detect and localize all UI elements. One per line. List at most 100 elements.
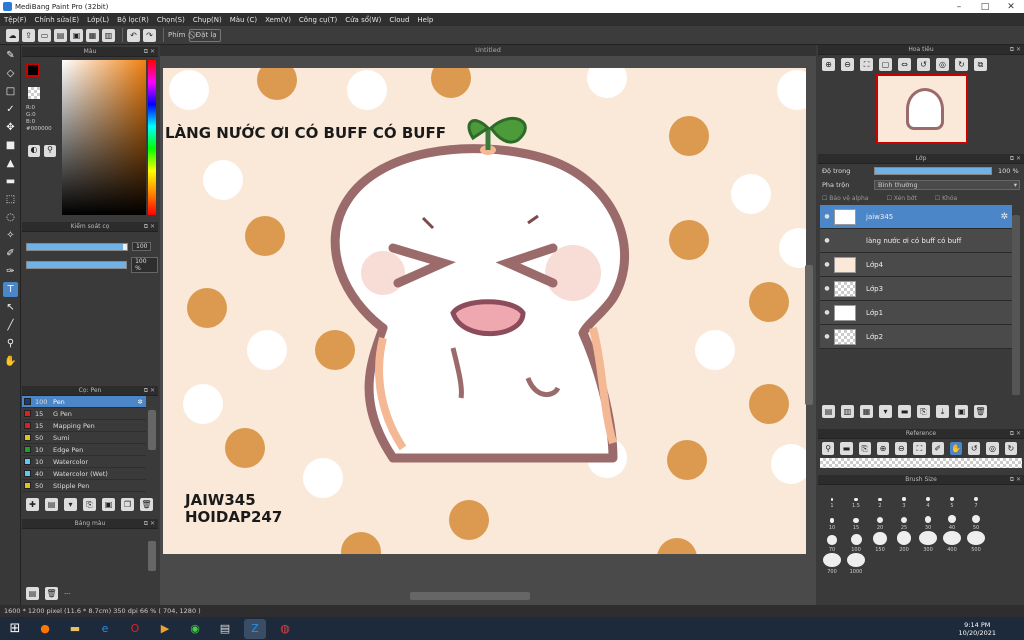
primary-color-swatch[interactable]: [26, 63, 40, 77]
trash-icon[interactable]: 🗑: [140, 498, 153, 511]
canvas-horizontal-scrollbar[interactable]: [410, 592, 530, 600]
menu-help[interactable]: Help: [417, 16, 433, 24]
brush-size-option[interactable]: 25: [892, 509, 916, 531]
brush-item[interactable]: 100 Pen ✲: [22, 396, 146, 408]
brush-size-option[interactable]: 700: [820, 553, 844, 575]
lock-checkbox[interactable]: ☐ Khóa: [935, 195, 957, 202]
minimize-button[interactable]: –: [946, 2, 972, 12]
add-brush-file-icon[interactable]: ▤: [45, 498, 58, 511]
palette-scrollbar[interactable]: [148, 541, 156, 571]
canvas-vertical-scrollbar[interactable]: [805, 265, 813, 405]
zoom-in-icon[interactable]: ⊕: [822, 58, 835, 71]
dot-tool-icon[interactable]: □: [3, 84, 18, 99]
select-tool-icon[interactable]: ⬚: [3, 192, 18, 207]
gradient-tool-icon[interactable]: ▬: [3, 174, 18, 189]
select-eraser-icon[interactable]: ✑: [3, 264, 18, 279]
layer-settings-icon[interactable]: ▣: [955, 405, 968, 418]
undo-icon[interactable]: ↶: [127, 28, 140, 42]
menu-window[interactable]: Cửa sổ(W): [345, 16, 381, 24]
visibility-icon[interactable]: ●: [820, 309, 834, 316]
menu-edit[interactable]: Chỉnh sửa(E): [35, 16, 80, 24]
duplicate-layer-icon[interactable]: ⎘: [917, 405, 930, 418]
drawing-canvas[interactable]: LÀNG NƯỚC ƠI CÓ BUFF CÓ BUFF JAIW345 HOI…: [163, 68, 806, 554]
chrome-icon[interactable]: ◍: [274, 619, 296, 639]
cloud-icon[interactable]: ☁: [6, 28, 19, 42]
brush-item[interactable]: 10 Edge Pen: [22, 444, 146, 456]
brush-size-option[interactable]: 40: [940, 509, 964, 531]
move-tool-icon[interactable]: ✥: [3, 120, 18, 135]
rotate-left-icon[interactable]: ↺: [917, 58, 930, 71]
brush-size-option[interactable]: 3: [892, 487, 916, 509]
medibang-taskbar-icon[interactable]: ◉: [184, 619, 206, 639]
brush-item[interactable]: 40 Watercolor (Wet): [22, 468, 146, 480]
layer-row[interactable]: ● Lớp2: [820, 325, 1012, 349]
brush-item[interactable]: 15 G Pen: [22, 408, 146, 420]
panel-close-icon[interactable]: ⧉ ✕: [1010, 155, 1021, 163]
saturation-value-picker[interactable]: [62, 60, 146, 215]
reset-rotation-icon[interactable]: ◎: [936, 58, 949, 71]
grid-icon[interactable]: ▥: [102, 28, 115, 42]
brush-settings-icon[interactable]: ▣: [102, 498, 115, 511]
visibility-icon[interactable]: ●: [820, 285, 834, 292]
pin-icon[interactable]: ⚲: [822, 442, 835, 455]
new-8bit-layer-icon[interactable]: ▦: [860, 405, 873, 418]
visibility-icon[interactable]: ●: [820, 237, 834, 244]
panel-close-icon[interactable]: ⧉ ✕: [1010, 46, 1021, 54]
text-tool-icon[interactable]: T: [3, 282, 18, 297]
panel-close-icon[interactable]: ⧉ ✕: [144, 520, 155, 528]
merge-layer-icon[interactable]: ⤓: [936, 405, 949, 418]
brush-duplicate-icon[interactable]: ❐: [121, 498, 134, 511]
layer-row[interactable]: ● Lớp4: [820, 253, 1012, 277]
brush-size-slider[interactable]: [26, 242, 128, 251]
brush-size-option[interactable]: 1000: [844, 553, 868, 575]
panel-close-icon[interactable]: ⧉ ✕: [144, 387, 155, 395]
visibility-icon[interactable]: ●: [820, 333, 834, 340]
brush-size-option[interactable]: 150: [868, 531, 892, 553]
eyedropper-color-icon[interactable]: ⚲: [44, 145, 56, 157]
bucket-tool-icon[interactable]: ▲: [3, 156, 18, 171]
brush-size-option[interactable]: 20: [868, 509, 892, 531]
brush-item[interactable]: 50 Stipple Pen: [22, 480, 146, 492]
transparent-color-swatch[interactable]: [28, 87, 40, 99]
printer-icon[interactable]: ▤: [214, 619, 236, 639]
brush-size-option[interactable]: 15: [844, 509, 868, 531]
reference-view[interactable]: [820, 458, 1022, 468]
menu-layer[interactable]: Lớp(L): [87, 16, 109, 24]
flip-icon[interactable]: ⇔: [898, 58, 911, 71]
copy-icon[interactable]: ⎘: [858, 442, 871, 455]
opera-icon[interactable]: O: [124, 619, 146, 639]
brush-size-option[interactable]: 100: [844, 531, 868, 553]
brush-size-value[interactable]: 100: [132, 242, 152, 251]
menu-filter[interactable]: Bộ lọc(R): [117, 16, 149, 24]
layer-row[interactable]: ● Lớp1: [820, 301, 1012, 325]
brush-size-option[interactable]: 70: [820, 531, 844, 553]
divide-tool-icon[interactable]: ╱: [3, 318, 18, 333]
brush-tool-icon[interactable]: ✎: [3, 48, 18, 63]
folder-icon[interactable]: ▬: [898, 405, 911, 418]
system-clock[interactable]: 9:14 PM 10/20/2021: [959, 621, 996, 637]
fill-tool-icon[interactable]: ■: [3, 138, 18, 153]
brush-opacity-slider[interactable]: [26, 261, 128, 269]
zoom-in-icon[interactable]: ⊕: [876, 442, 890, 455]
save-icon[interactable]: ▣: [70, 28, 83, 42]
trash-icon[interactable]: 🗑: [45, 587, 58, 600]
navigator-preview[interactable]: [876, 74, 968, 144]
brush-size-option[interactable]: 7: [964, 487, 988, 509]
windows-start-icon[interactable]: ⊞: [4, 619, 26, 639]
eyedropper-icon[interactable]: ✐: [931, 442, 944, 455]
deselect-button[interactable]: ⃠ Đặt lạ: [189, 28, 221, 42]
brush-size-option[interactable]: 30: [916, 509, 940, 531]
brush-size-option[interactable]: 5: [940, 487, 964, 509]
layer-list-scrollbar[interactable]: [1012, 215, 1020, 395]
visibility-icon[interactable]: ●: [820, 261, 834, 268]
select-pen-icon[interactable]: ✐: [3, 246, 18, 261]
hand-tool-icon[interactable]: ✋: [3, 354, 18, 369]
layer-row[interactable]: ● làng nước ơi có buff có buff: [820, 229, 1012, 253]
blend-mode-select[interactable]: Bình thường ▾: [874, 180, 1020, 190]
brush-size-option[interactable]: 500: [964, 531, 988, 553]
canvas-tab[interactable]: Untitled: [160, 45, 816, 56]
panel-close-icon[interactable]: ⧉ ✕: [1010, 430, 1021, 438]
hue-slider[interactable]: [148, 60, 156, 215]
redo-icon[interactable]: ↷: [143, 28, 156, 42]
internet-explorer-icon[interactable]: e: [94, 619, 116, 639]
